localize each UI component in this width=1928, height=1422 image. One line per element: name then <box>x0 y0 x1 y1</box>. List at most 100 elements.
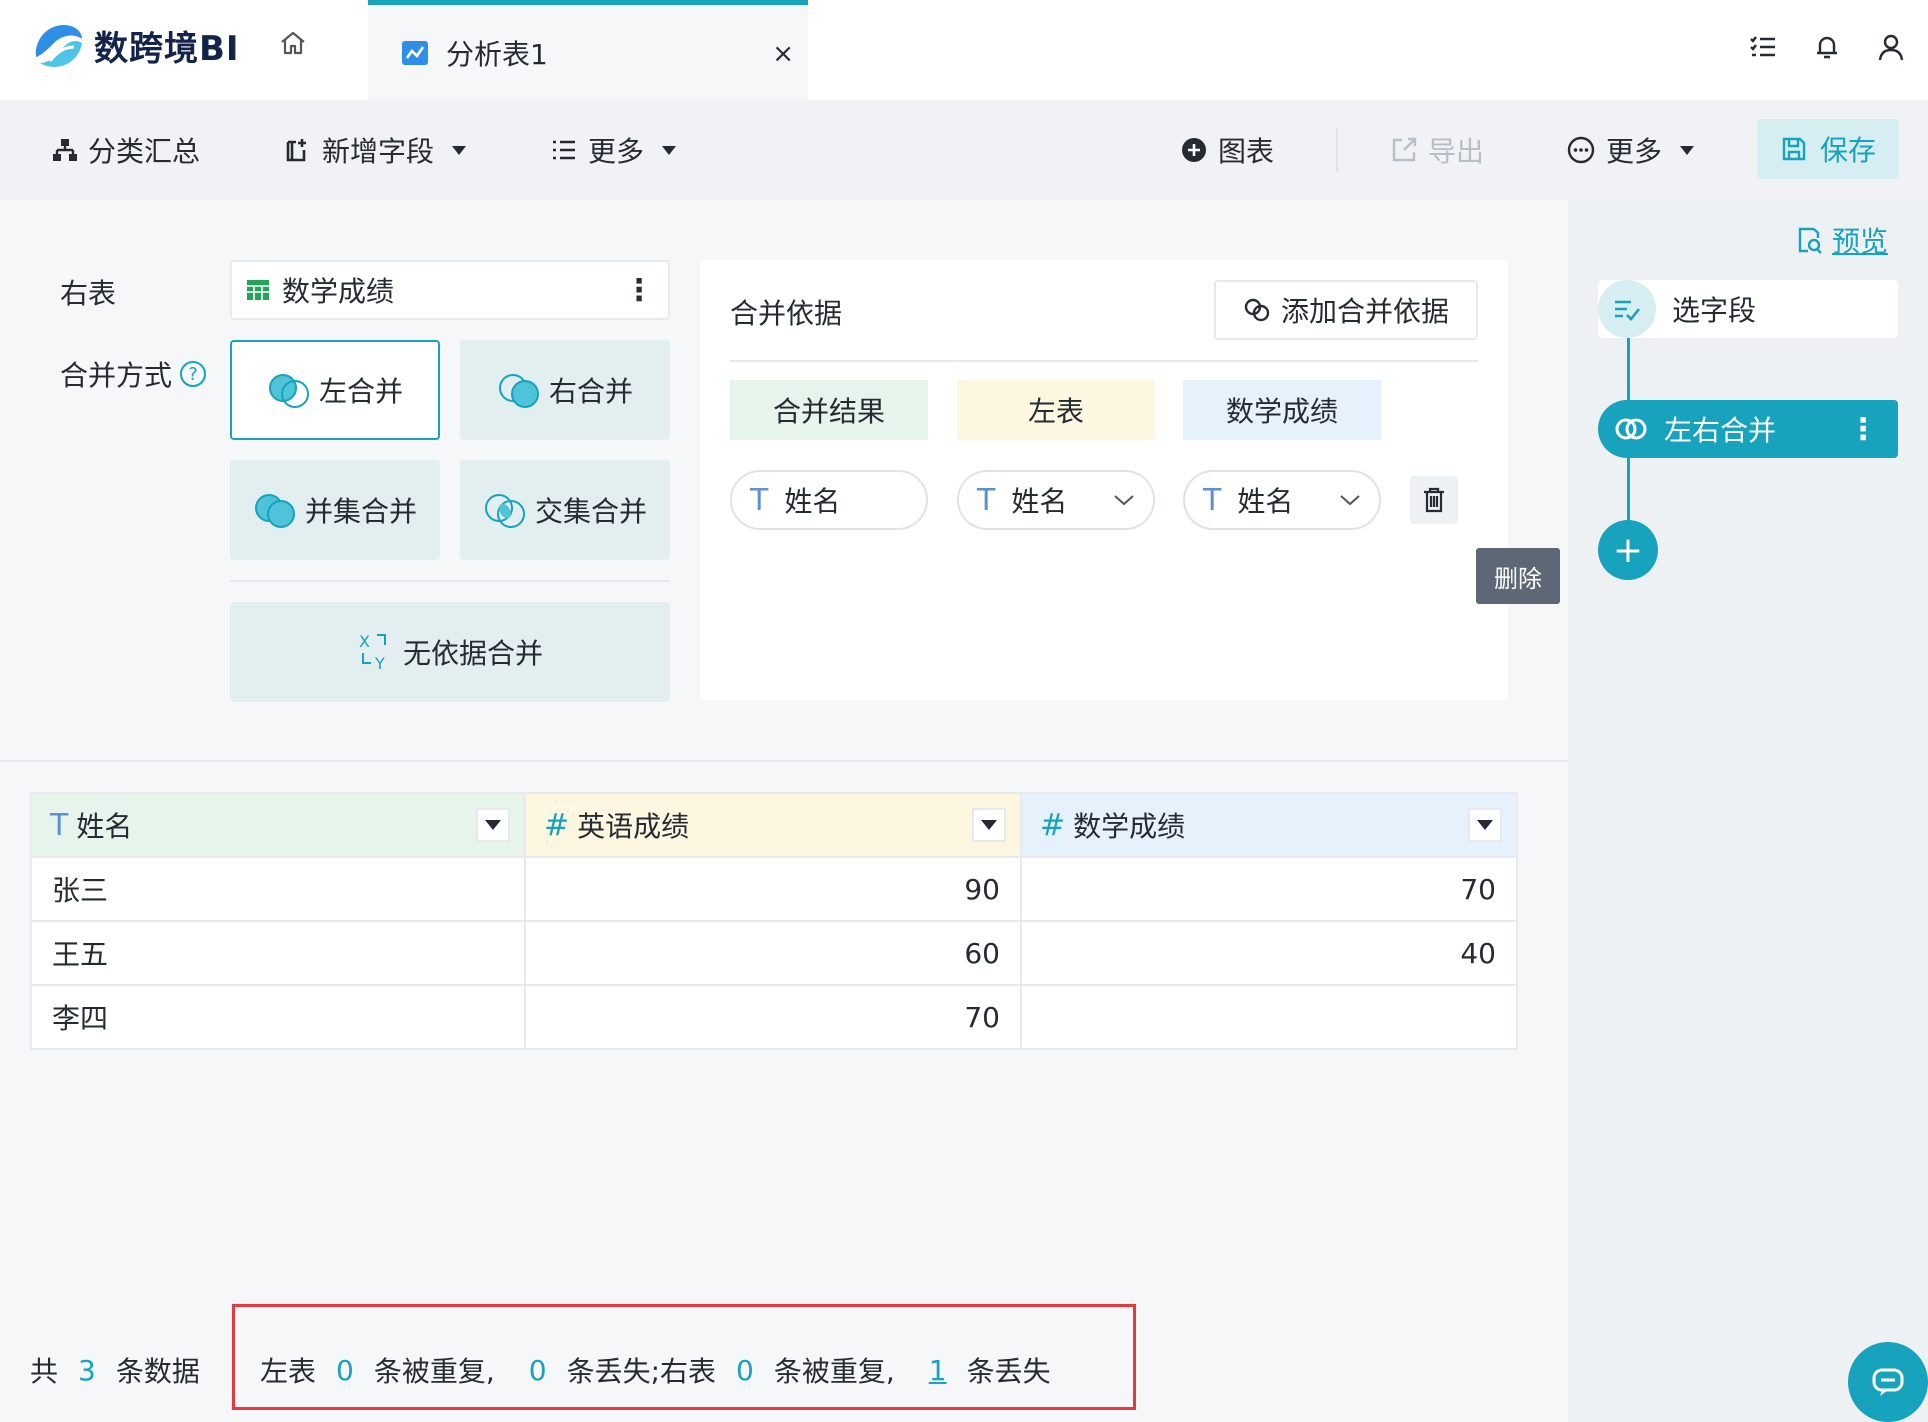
intersect-merge-option[interactable]: 交集合并 <box>460 460 670 560</box>
link-icon <box>1244 298 1270 322</box>
column-dropdown-button[interactable] <box>972 808 1006 842</box>
app-name: 数跨境BI <box>94 28 240 69</box>
merge-basis-title: 合并依据 <box>730 297 843 330</box>
venn-intersect-icon <box>484 494 525 528</box>
add-field-button[interactable]: 新增字段 <box>284 100 467 200</box>
delete-tooltip: 删除 <box>1476 548 1560 604</box>
more-right-button[interactable]: 更多 <box>1566 100 1695 200</box>
chevron-down-icon <box>1340 495 1360 506</box>
preview-icon <box>1798 227 1822 254</box>
left-merge-label: 左合并 <box>318 375 403 408</box>
data-table: T 姓名 # 英语成绩 # 数学成绩 张三 90 70 王五 60 40 李四 … <box>30 792 1518 1050</box>
chat-support-button[interactable] <box>1848 1342 1928 1422</box>
user-icon[interactable] <box>1876 32 1906 62</box>
export-button[interactable]: 导出 <box>1390 100 1484 200</box>
right-merge-label: 右合并 <box>548 375 633 408</box>
left-field-select[interactable]: T 姓名 <box>957 470 1155 530</box>
step-kebab-icon[interactable]: ⋮ <box>1848 412 1878 447</box>
no-basis-merge-label: 无依据合并 <box>402 637 543 670</box>
left-merge-option[interactable]: 左合并 <box>230 340 440 440</box>
venn-right-icon <box>498 374 539 408</box>
column-dropdown-button[interactable] <box>476 808 510 842</box>
help-icon[interactable]: ? <box>180 361 207 387</box>
kebab-menu-icon[interactable]: ⋮ <box>624 273 654 308</box>
chart-button[interactable]: 图表 <box>1180 100 1274 200</box>
merge-rings-icon <box>1615 418 1647 440</box>
group-summary-label: 分类汇总 <box>88 135 201 168</box>
table-cell: 40 <box>1022 920 1516 984</box>
table-row: 张三 90 70 <box>32 856 1516 920</box>
table-row: 李四 70 <box>32 984 1516 1048</box>
chevron-down-icon <box>1114 495 1134 506</box>
column-header-math[interactable]: # 数学成绩 <box>1022 794 1516 856</box>
table-cell: 60 <box>526 920 1022 984</box>
text-type-icon: T <box>1203 482 1222 518</box>
save-button[interactable]: 保存 <box>1757 119 1899 179</box>
tab-analysis[interactable]: 分析表1 × <box>368 0 808 100</box>
column-header-label: 数学成绩 <box>1073 810 1186 843</box>
table-header-row: T 姓名 # 英语成绩 # 数学成绩 <box>32 794 1516 856</box>
result-field-value: 姓名 <box>784 485 841 518</box>
task-list-icon[interactable] <box>1748 32 1778 62</box>
table-cell <box>1022 984 1516 1048</box>
highlight-box <box>232 1304 1136 1410</box>
save-label: 保存 <box>1819 134 1876 167</box>
caret-down-icon <box>981 820 997 830</box>
column-header-label: 姓名 <box>76 810 133 843</box>
right-table-select[interactable]: 数学成绩 ⋮ <box>230 260 670 320</box>
column-header-name[interactable]: T 姓名 <box>32 794 526 856</box>
bell-icon[interactable] <box>1812 32 1842 62</box>
tab-label: 分析表1 <box>446 37 548 71</box>
number-type-icon: # <box>544 807 570 843</box>
left-column-header: 左表 <box>957 380 1155 440</box>
table-sheet-icon <box>247 280 269 300</box>
add-field-icon <box>286 139 306 162</box>
logo-icon <box>35 25 82 67</box>
text-type-icon: T <box>977 482 996 518</box>
toolbar-divider <box>1336 128 1338 172</box>
plus-circle-icon <box>1182 138 1206 162</box>
add-merge-basis-label: 添加合并依据 <box>1280 295 1449 328</box>
number-type-icon: # <box>1040 807 1066 843</box>
left-field-value: 姓名 <box>1011 485 1068 518</box>
step-left-right-merge[interactable]: 左右合并 ⋮ <box>1598 400 1898 458</box>
merge-mode-label: 合并方式 <box>60 359 173 392</box>
add-merge-basis-button[interactable]: 添加合并依据 <box>1214 280 1478 340</box>
svg-text:X: X <box>359 632 370 651</box>
caret-down-icon <box>1680 145 1695 155</box>
total-prefix: 共 <box>30 1355 59 1388</box>
right-merge-option[interactable]: 右合并 <box>460 340 670 440</box>
caret-down-icon <box>1477 820 1493 830</box>
add-field-label: 新增字段 <box>322 135 435 168</box>
group-summary-button[interactable]: 分类汇总 <box>52 100 200 200</box>
svg-text:Y: Y <box>374 654 385 673</box>
caret-down-icon <box>452 145 467 155</box>
preview-link[interactable]: 预览 <box>1796 220 1888 260</box>
xy-icon: XY <box>359 632 386 673</box>
add-step-button[interactable]: + <box>1598 520 1658 580</box>
delete-button[interactable] <box>1410 476 1458 524</box>
venn-union-icon <box>254 494 295 528</box>
intersect-merge-label: 交集合并 <box>534 495 647 528</box>
home-icon[interactable] <box>278 28 310 60</box>
table-cell: 张三 <box>32 856 526 920</box>
more-circle-icon <box>1567 136 1595 164</box>
tab-close-button[interactable]: × <box>772 39 794 69</box>
app-logo[interactable]: 数跨境BI <box>30 14 240 76</box>
step-select-fields[interactable]: 选字段 <box>1598 280 1898 338</box>
union-merge-option[interactable]: 并集合并 <box>230 460 440 560</box>
merge-basis-divider <box>730 360 1478 362</box>
right-field-select[interactable]: T 姓名 <box>1183 470 1381 530</box>
save-icon <box>1782 137 1806 161</box>
no-basis-merge-option[interactable]: XY 无依据合并 <box>230 602 670 702</box>
more-right-label: 更多 <box>1606 135 1663 168</box>
more-left-button[interactable]: 更多 <box>550 100 677 200</box>
table-cell: 王五 <box>32 920 526 984</box>
column-header-english[interactable]: # 英语成绩 <box>526 794 1022 856</box>
text-type-icon: T <box>750 482 769 518</box>
merge-mode-label-group: 合并方式 ? <box>60 354 207 394</box>
column-dropdown-button[interactable] <box>1468 808 1502 842</box>
table-row: 王五 60 40 <box>32 920 1516 984</box>
step-left-right-merge-label: 左右合并 <box>1664 414 1777 447</box>
result-field-input[interactable]: T 姓名 <box>730 470 928 530</box>
